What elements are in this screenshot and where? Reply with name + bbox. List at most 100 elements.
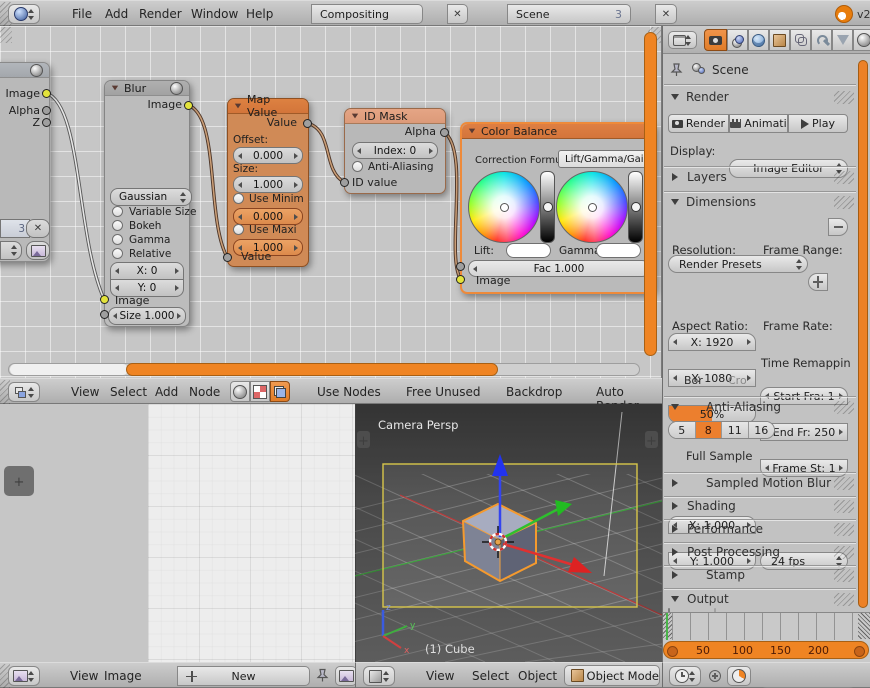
anti-aliasing-checkbox[interactable] bbox=[352, 161, 363, 172]
menu-help[interactable]: Help bbox=[246, 7, 273, 21]
aa-samples-11[interactable]: 11 bbox=[722, 422, 749, 438]
use-maximum-checkbox[interactable] bbox=[233, 224, 244, 235]
input-socket-value[interactable] bbox=[223, 253, 232, 262]
disclosure-triangle[interactable] bbox=[672, 548, 678, 556]
gamma-color-swatch[interactable] bbox=[596, 243, 641, 258]
mode-dropdown[interactable]: Object Mode bbox=[564, 665, 660, 686]
menu-file[interactable]: File bbox=[72, 7, 92, 21]
add-preset-button[interactable] bbox=[808, 273, 828, 291]
menu-window[interactable]: Window bbox=[191, 7, 238, 21]
material-preview-icon[interactable] bbox=[170, 82, 183, 95]
properties-expand-tab[interactable] bbox=[645, 431, 658, 448]
image-pack-button[interactable] bbox=[335, 666, 357, 686]
panel-drag-grip[interactable] bbox=[834, 401, 854, 414]
editor-type-button-timeline[interactable] bbox=[669, 666, 701, 686]
tab-modifiers[interactable] bbox=[811, 29, 832, 51]
tab-world[interactable] bbox=[748, 29, 769, 51]
editor-type-button-3dview[interactable] bbox=[363, 666, 395, 686]
texture-nodes-toggle[interactable] bbox=[250, 381, 270, 402]
input-socket-id-value[interactable] bbox=[340, 178, 349, 187]
section-layers[interactable]: Layers bbox=[687, 170, 727, 184]
screen-layout-name-field[interactable]: Compositing bbox=[311, 4, 423, 24]
section-performance[interactable]: Performance bbox=[687, 522, 763, 536]
menu-view[interactable]: View bbox=[70, 669, 98, 683]
render-button-small[interactable] bbox=[26, 241, 50, 260]
lift-color-wheel[interactable] bbox=[468, 171, 540, 243]
menu-add[interactable]: Add bbox=[105, 7, 128, 21]
panel-drag-grip[interactable] bbox=[834, 91, 854, 104]
expand-icon[interactable] bbox=[709, 670, 721, 682]
collapse-triangle[interactable] bbox=[235, 104, 241, 109]
toolshelf-expand-tab[interactable] bbox=[4, 466, 34, 496]
menu-select[interactable]: Select bbox=[472, 669, 509, 683]
index-stepper[interactable]: Index: 0 bbox=[352, 142, 438, 159]
menu-image[interactable]: Image bbox=[104, 669, 142, 683]
compositing-nodes-toggle[interactable] bbox=[270, 381, 290, 402]
tab-material[interactable] bbox=[853, 29, 870, 51]
gamma-value-slider[interactable] bbox=[628, 171, 643, 243]
delete-scene-button[interactable] bbox=[655, 4, 677, 24]
menu-add[interactable]: Add bbox=[155, 385, 178, 399]
resolution-x-stepper[interactable]: X: 1920 bbox=[668, 333, 756, 351]
editor-type-button-image[interactable] bbox=[8, 666, 40, 686]
preview-range-toggle[interactable] bbox=[727, 666, 751, 686]
scrollbar-end-dot[interactable] bbox=[854, 646, 865, 657]
section-dimensions[interactable]: Dimensions bbox=[686, 195, 756, 209]
node-editor-vscrollbar[interactable] bbox=[644, 32, 657, 356]
disclosure-triangle[interactable] bbox=[672, 173, 678, 181]
delete-screen-layout-button[interactable] bbox=[447, 4, 468, 24]
pin-icon[interactable] bbox=[316, 668, 329, 683]
section-stamp[interactable]: Stamp bbox=[706, 568, 745, 582]
disclosure-triangle[interactable] bbox=[671, 596, 679, 602]
remove-preset-button[interactable] bbox=[828, 218, 848, 236]
size-stepper[interactable]: 1.000 bbox=[233, 176, 303, 193]
output-socket-image[interactable] bbox=[184, 101, 193, 110]
shader-nodes-toggle[interactable] bbox=[230, 381, 250, 402]
tab-render[interactable] bbox=[704, 29, 727, 51]
gamma-color-wheel[interactable] bbox=[556, 171, 628, 243]
toolshelf-expand-tab[interactable] bbox=[357, 431, 370, 448]
unlink-button[interactable] bbox=[26, 219, 50, 238]
section-sampled-motion-blur[interactable]: Sampled Motion Blur bbox=[706, 476, 831, 490]
menu-object[interactable]: Object bbox=[518, 669, 557, 683]
tab-object[interactable] bbox=[769, 29, 790, 51]
render-button[interactable]: Render bbox=[668, 114, 729, 133]
blur-x-stepper[interactable]: X: 0 bbox=[110, 262, 184, 280]
blur-size-stepper[interactable]: Size 1.000 bbox=[108, 307, 186, 325]
correction-formula-dropdown[interactable]: Lift/Gamma/Gain bbox=[558, 150, 656, 168]
use-minimum-checkbox[interactable] bbox=[233, 193, 244, 204]
panel-drag-grip[interactable] bbox=[834, 593, 854, 606]
panel-drag-grip[interactable] bbox=[834, 477, 854, 490]
output-socket-image[interactable] bbox=[42, 89, 51, 98]
panel-drag-grip[interactable] bbox=[834, 546, 854, 559]
output-socket-alpha[interactable] bbox=[440, 128, 449, 137]
disclosure-triangle[interactable] bbox=[672, 502, 678, 510]
frame-step-stepper[interactable]: Frame St: 1 bbox=[760, 459, 848, 477]
offset-stepper[interactable]: 0.000 bbox=[233, 147, 303, 164]
scrollbar-end-dot[interactable] bbox=[667, 646, 678, 657]
current-frame-indicator[interactable] bbox=[666, 613, 668, 640]
relative-checkbox[interactable] bbox=[112, 248, 123, 259]
input-socket-image[interactable] bbox=[456, 275, 465, 284]
output-socket-z[interactable] bbox=[42, 118, 51, 127]
editor-type-button-node[interactable] bbox=[8, 382, 40, 402]
bokeh-checkbox[interactable] bbox=[112, 220, 123, 231]
image-editor-grid[interactable] bbox=[148, 404, 355, 662]
render-presets-dropdown[interactable]: Render Presets bbox=[668, 255, 808, 273]
panel-drag-grip[interactable] bbox=[834, 523, 854, 536]
tab-particles[interactable] bbox=[832, 29, 853, 51]
section-anti-aliasing[interactable]: Anti-Aliasing bbox=[706, 400, 781, 414]
disclosure-triangle[interactable] bbox=[672, 525, 678, 533]
blur-filter-dropdown[interactable]: Gaussian bbox=[110, 188, 192, 206]
menu-node[interactable]: Node bbox=[189, 385, 220, 399]
gamma-checkbox[interactable] bbox=[112, 234, 123, 245]
tab-scene[interactable] bbox=[727, 29, 748, 51]
node-editor-hscrollbar-thumb[interactable] bbox=[126, 363, 498, 376]
panel-drag-grip[interactable] bbox=[834, 196, 854, 209]
min-stepper[interactable]: 0.000 bbox=[233, 208, 303, 225]
lift-value-slider[interactable] bbox=[540, 171, 555, 243]
collapse-triangle[interactable] bbox=[112, 86, 118, 91]
menu-view[interactable]: View bbox=[426, 669, 454, 683]
collapse-triangle[interactable] bbox=[469, 129, 475, 134]
timeline-scrollbar[interactable]: 50 100 150 200 bbox=[663, 641, 869, 659]
